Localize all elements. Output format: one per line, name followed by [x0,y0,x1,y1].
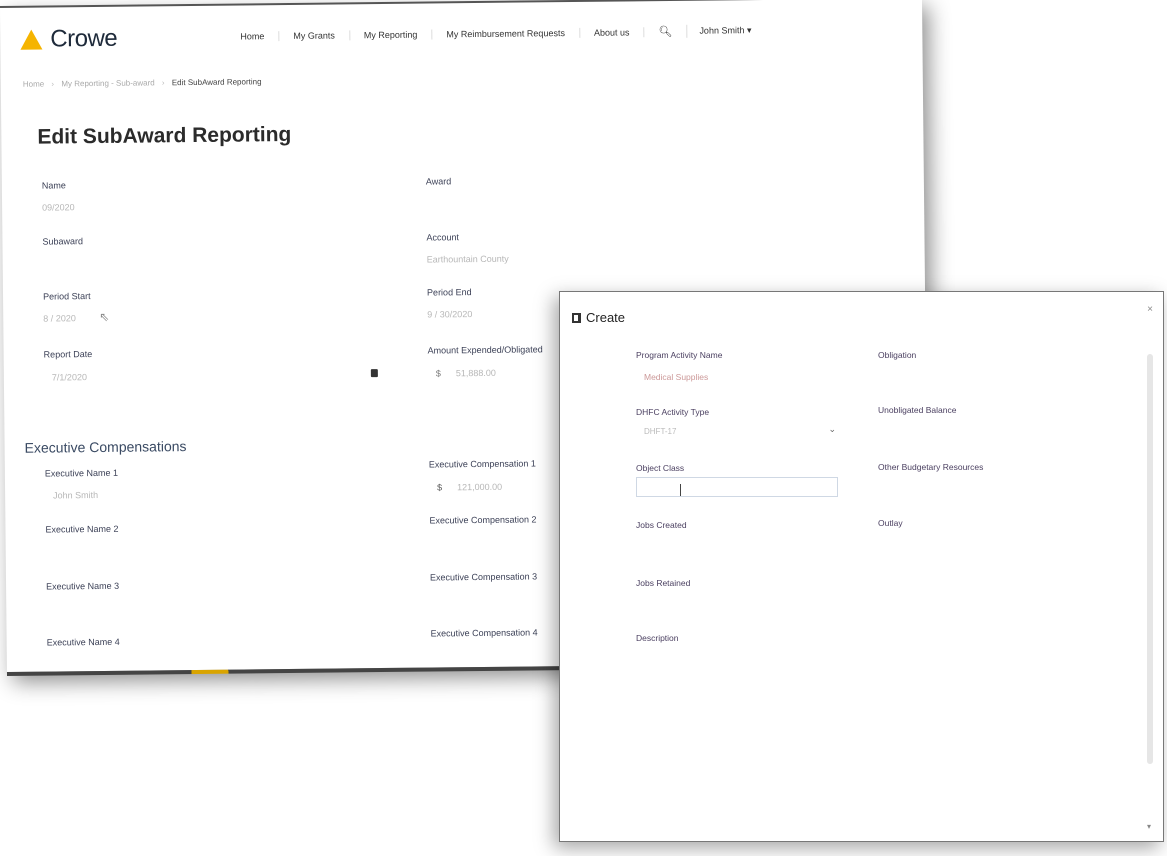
amount-expended-label: Amount Expended/Obligated [427,344,543,356]
crowe-logo-icon [20,29,43,50]
amount-expended-input[interactable]: 51,888.00 [456,368,496,378]
executive-name-1-input[interactable]: John Smith [53,490,98,500]
other-budgetary-resources-label: Other Budgetary Resources [878,462,984,472]
period-end-label: Period End [426,287,472,298]
executive-compensation-2-label: Executive Compensation 2 [429,514,537,526]
dialog-title: Create [572,310,625,325]
mouse-cursor-icon: ⇖ [99,309,110,324]
create-icon [572,312,581,323]
period-start-value: 8 / 2020 [43,313,76,324]
jobs-created-label: Jobs Created [636,520,687,530]
name-label: Name [41,180,66,191]
executive-name-3-label: Executive Name 3 [46,580,120,592]
period-start-label: Period Start [42,291,91,302]
dhfc-activity-type-label: DHFC Activity Type [636,407,710,417]
executive-name-1-label: Executive Name 1 [44,467,118,479]
executive-name-2-label: Executive Name 2 [45,523,119,535]
account-value: Earthountain County [426,253,509,265]
breadcrumb-separator: › [161,78,165,88]
executive-compensation-3-label: Executive Compensation 3 [429,571,538,583]
dialog-title-text: Create [586,310,626,325]
nav-my-reimbursement-requests[interactable]: My Reimbursement Requests [432,27,580,39]
description-label: Description [636,633,679,643]
amount-currency-prefix: $ [435,368,441,379]
account-label: Account [426,232,460,243]
report-date-input[interactable]: 7/1/2020 [52,372,87,382]
nav-my-grants[interactable]: My Grants [279,29,350,41]
chevron-down-icon: ⌄ [828,424,836,434]
nav-my-reporting[interactable]: My Reporting [349,28,433,40]
create-dialog: Create × Program Activity Name Medical S… [559,291,1164,842]
breadcrumb-separator: › [51,79,55,89]
nav-home[interactable]: Home [226,30,280,42]
award-label: Award [425,176,452,187]
nav-about-us[interactable]: About us [579,26,645,38]
search-icon[interactable]: 🔍︎ [644,24,688,39]
breadcrumb-home[interactable]: Home [23,80,44,89]
calendar-icon[interactable] [370,369,378,378]
period-end-value: 9 / 30/2020 [427,309,473,320]
top-navigation: Crowe Home My Grants My Reporting My Rei… [0,0,923,66]
close-button[interactable]: × [1147,304,1153,315]
report-date-label: Report Date [43,349,93,360]
program-activity-name-label: Program Activity Name [636,350,723,360]
dhfc-activity-type-value: DHFT-17 [644,427,677,436]
name-value: 09/2020 [42,202,75,213]
scroll-down-icon[interactable]: ▾ [1147,822,1151,831]
nav-menu: Home My Grants My Reporting My Reimburse… [226,24,763,43]
executive-compensation-1-label: Executive Compensation 1 [428,458,536,470]
executive-compensation-1-input[interactable]: 121,000.00 [457,482,502,492]
text-cursor-icon [680,484,681,496]
object-class-input[interactable] [636,477,838,497]
dhfc-activity-type-select[interactable]: DHFT-17 ⌄ [636,424,838,440]
unobligated-balance-label: Unobligated Balance [878,405,957,415]
program-activity-name-input[interactable]: Medical Supplies [644,372,708,382]
logo-text: Crowe [50,24,118,53]
dialog-scrollbar[interactable] [1147,354,1153,764]
breadcrumb-current: Edit SubAward Reporting [171,77,262,88]
executive-compensations-heading: Executive Compensations [24,438,187,456]
executive-compensation-4-label: Executive Compensation 4 [430,627,538,639]
breadcrumb-my-reporting[interactable]: My Reporting - Sub-award [61,78,154,88]
subaward-label: Subaward [42,236,84,247]
jobs-retained-label: Jobs Retained [636,578,691,588]
breadcrumb: Home › My Reporting - Sub-award › Edit S… [23,77,262,88]
obligation-label: Obligation [878,350,917,360]
outlay-label: Outlay [878,518,903,528]
object-class-label: Object Class [636,463,685,473]
crowe-logo[interactable]: Crowe [20,25,117,54]
executive-name-4-label: Executive Name 4 [46,636,120,648]
user-menu[interactable]: John Smith ▾ [687,25,763,37]
comp1-currency-prefix: $ [437,482,443,493]
page-title: Edit SubAward Reporting [37,122,292,149]
